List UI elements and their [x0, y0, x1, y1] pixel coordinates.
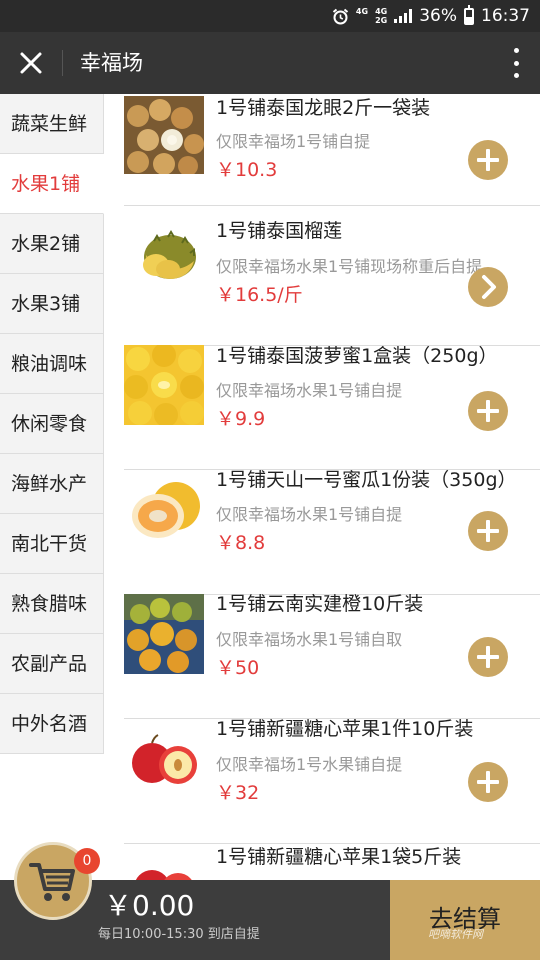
product-note: 仅限幸福场1号水果铺自提 [216, 755, 403, 774]
add-to-cart-button[interactable] [468, 762, 508, 802]
product-image-jackfruit [124, 343, 204, 427]
cart-count-badge: 0 [74, 848, 100, 874]
sidebar-item-cured-food[interactable]: 熟食腊味 [0, 574, 104, 634]
add-to-cart-button[interactable] [468, 140, 508, 180]
product-name: 1号铺泰国榴莲 [216, 220, 343, 242]
product-card[interactable]: 1号铺云南实建橙10斤装 仅限幸福场水果1号铺自取 ￥50 [124, 593, 540, 719]
chevron-right-icon [482, 275, 496, 299]
product-list[interactable]: 1号铺泰国龙眼2斤一袋装 仅限幸福场1号铺自提 ￥10.3 1号铺泰国榴莲 仅限… [104, 94, 540, 880]
network-indicator-2: 4G 2G [375, 7, 387, 25]
product-price: ￥16.5/斤 [216, 284, 303, 306]
more-dot-icon [513, 60, 519, 66]
network-label-bot: 2G [375, 16, 388, 25]
product-image-apple [124, 866, 204, 880]
product-name: 1号铺天山一号蜜瓜1份装（350g） [216, 469, 517, 491]
view-details-button[interactable] [468, 267, 508, 307]
sidebar-item-grain-oil[interactable]: 粮油调味 [0, 334, 104, 394]
product-name: 1号铺新疆糖心苹果1袋5斤装 [216, 846, 462, 868]
sidebar-item-fruit-shop-2[interactable]: 水果2铺 [0, 214, 104, 274]
more-dot-icon [513, 73, 519, 78]
product-note: 仅限幸福场水果1号铺现场称重后自提 [216, 257, 483, 276]
product-note: 仅限幸福场水果1号铺自提 [216, 381, 403, 400]
checkout-button[interactable]: 去结算 [390, 880, 540, 960]
pickup-hours: 每日10:00-15:30 到店自提 [98, 927, 260, 942]
product-card[interactable]: 1号铺天山一号蜜瓜1份装（350g） 仅限幸福场水果1号铺自提 ￥8.8 [124, 469, 540, 595]
category-sidebar: 蔬菜生鲜 水果1铺 水果2铺 水果3铺 粮油调味 休闲零食 海鲜水产 南北干货 … [0, 94, 104, 754]
sidebar-item-fruit-shop-1[interactable]: 水果1铺 [0, 154, 104, 214]
product-name: 1号铺云南实建橙10斤装 [216, 593, 424, 615]
product-name: 1号铺新疆糖心苹果1件10斤装 [216, 718, 474, 740]
close-icon [20, 52, 42, 74]
more-dot-icon [513, 48, 519, 53]
product-image-longan [124, 96, 204, 176]
product-price: ￥9.9 [216, 408, 266, 430]
product-image-apple [124, 719, 204, 799]
more-options-button[interactable] [510, 48, 522, 78]
alarm-icon [332, 8, 349, 24]
sidebar-item-snacks[interactable]: 休闲零食 [0, 394, 104, 454]
network-label-mid: 4G [375, 7, 388, 16]
cart-total: ￥0.00 [104, 889, 195, 922]
status-bar: 4G 4G 2G 36% 16:37 [0, 0, 540, 32]
product-note: 仅限幸福场1号铺自提 [216, 132, 371, 151]
network-indicator-1: 4G [356, 7, 368, 25]
product-card[interactable]: 1号铺新疆糖心苹果1件10斤装 仅限幸福场1号水果铺自提 ￥32 [124, 718, 540, 844]
watermark: 吧嘀软件网 [428, 928, 483, 941]
add-to-cart-button[interactable] [468, 637, 508, 677]
product-price: ￥50 [216, 657, 260, 679]
product-card[interactable]: 1号铺新疆糖心苹果1袋5斤装 [124, 844, 540, 880]
sidebar-item-vegetables[interactable]: 蔬菜生鲜 [0, 94, 104, 154]
product-name: 1号铺泰国菠萝蜜1盒装（250g） [216, 345, 498, 367]
battery-percent: 36% [419, 6, 457, 26]
sidebar-item-seafood[interactable]: 海鲜水产 [0, 454, 104, 514]
sidebar-item-wine[interactable]: 中外名酒 [0, 694, 104, 754]
status-icons: 4G 4G 2G 36% 16:37 [332, 0, 530, 32]
product-price: ￥32 [216, 782, 260, 804]
sidebar-item-farm-products[interactable]: 农副产品 [0, 634, 104, 694]
add-to-cart-button[interactable] [468, 391, 508, 431]
product-price: ￥10.3 [216, 159, 278, 181]
product-card[interactable]: 1号铺泰国榴莲 仅限幸福场水果1号铺现场称重后自提 ￥16.5/斤 [124, 220, 540, 346]
product-note: 仅限幸福场水果1号铺自取 [216, 630, 403, 649]
product-price: ￥8.8 [216, 532, 266, 554]
product-image-durian [124, 221, 204, 301]
product-name: 1号铺泰国龙眼2斤一袋装 [216, 97, 431, 119]
title-bar: 幸福场 [0, 32, 540, 94]
product-image-melon [124, 470, 204, 550]
network-label-top: 4G [355, 7, 369, 16]
title-divider [62, 50, 63, 76]
product-note: 仅限幸福场水果1号铺自提 [216, 505, 403, 524]
sidebar-item-dry-goods[interactable]: 南北干货 [0, 514, 104, 574]
signal-icon [394, 9, 413, 23]
add-to-cart-button[interactable] [468, 511, 508, 551]
product-card[interactable]: 1号铺泰国龙眼2斤一袋装 仅限幸福场1号铺自提 ￥10.3 [124, 96, 540, 206]
close-button[interactable] [14, 46, 48, 80]
sidebar-item-fruit-shop-3[interactable]: 水果3铺 [0, 274, 104, 334]
clock: 16:37 [481, 6, 530, 26]
product-card[interactable]: 1号铺泰国菠萝蜜1盒装（250g） 仅限幸福场水果1号铺自提 ￥9.9 [124, 343, 540, 470]
product-image-orange [124, 594, 204, 674]
battery-icon [464, 4, 474, 25]
page-title: 幸福场 [80, 51, 143, 75]
